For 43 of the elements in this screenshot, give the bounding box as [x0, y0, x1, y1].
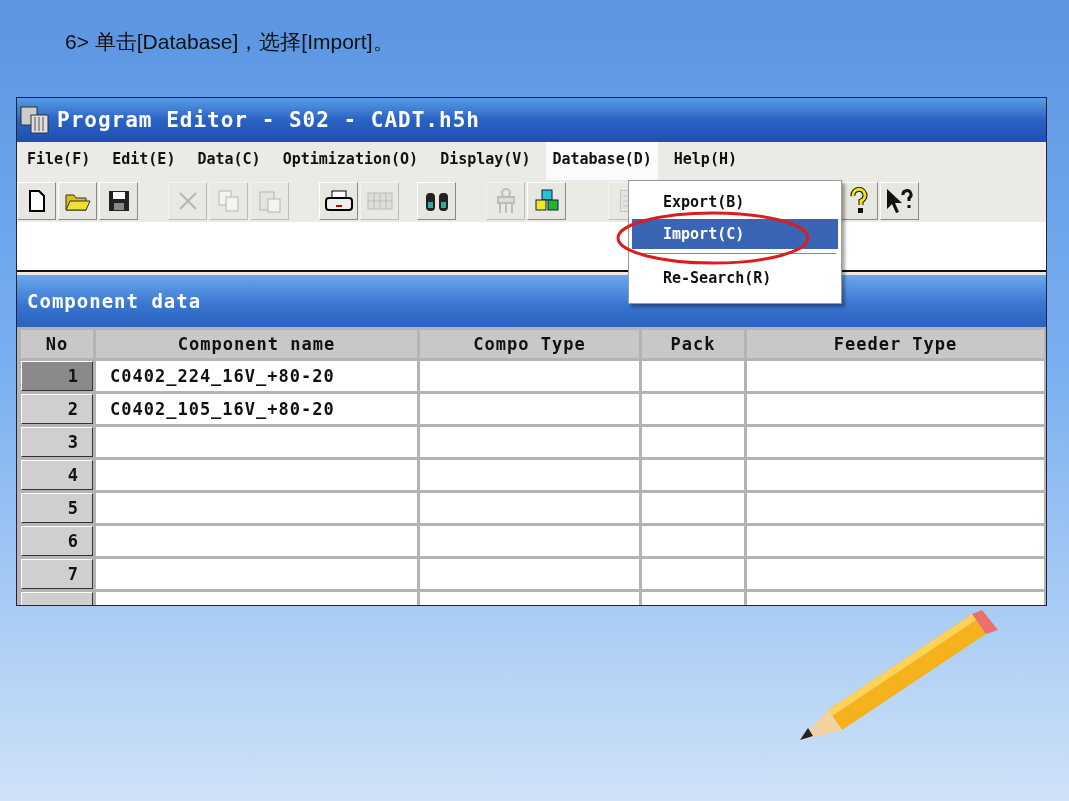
row-header[interactable]: 7: [21, 559, 93, 589]
documents-icon: [215, 188, 242, 214]
toolbar-button[interactable]: [527, 182, 566, 220]
toolbar-button[interactable]: [58, 182, 97, 220]
toolbar-button[interactable]: [17, 182, 56, 220]
row-header[interactable]: 4: [21, 460, 93, 490]
question-mark-icon: [847, 187, 870, 215]
instruction-caption: 6> 单击[Database]，选择[Import]。: [64, 29, 395, 55]
toolbar-button[interactable]: [417, 182, 456, 220]
row-header[interactable]: 2: [21, 394, 93, 424]
menu-item[interactable]: Data(C): [191, 142, 267, 180]
row-header[interactable]: 6: [21, 526, 93, 556]
toolbar-button[interactable]: [880, 182, 919, 220]
blank-page-icon: [26, 189, 47, 213]
row-header[interactable]: 1: [21, 361, 93, 391]
menu-item[interactable]: Display(V): [434, 142, 537, 180]
clipboard-icon: [256, 188, 283, 214]
table-cell: C0402_224_16V_+80-20: [96, 361, 417, 391]
table-cell: C0402_105_16V_+80-20: [96, 394, 417, 424]
column-header[interactable]: Pack: [642, 330, 744, 358]
column-header[interactable]: No: [21, 330, 93, 358]
row-header[interactable]: 5: [21, 493, 93, 523]
toolbar-button[interactable]: [839, 182, 878, 220]
column-header[interactable]: Compo Type: [420, 330, 639, 358]
panel-title: Component data: [27, 290, 202, 312]
menu-item[interactable]: Help(H): [667, 142, 743, 180]
grid-icon: [365, 190, 394, 212]
dropdown-item[interactable]: Re-Search(R): [632, 263, 838, 293]
column-header[interactable]: Component name: [96, 330, 417, 358]
app-icon: [19, 105, 51, 135]
menu-item[interactable]: Database(D): [546, 142, 658, 180]
toolbar-button[interactable]: [319, 182, 358, 220]
menu-item[interactable]: Edit(E): [106, 142, 182, 180]
toolbar-button[interactable]: [99, 182, 138, 220]
dropdown-item[interactable]: Import(C): [632, 219, 838, 249]
dropdown-item[interactable]: Export(B): [632, 187, 838, 217]
row-header[interactable]: 3: [21, 427, 93, 457]
menu-item[interactable]: File(F): [21, 142, 97, 180]
column-header[interactable]: Feeder Type: [747, 330, 1044, 358]
cubes-icon: [532, 188, 561, 214]
window-title: Program Editor - S02 - CADT.h5h: [57, 108, 480, 132]
printer-icon: [323, 189, 354, 213]
menu-item[interactable]: Optimization(O): [276, 142, 425, 180]
